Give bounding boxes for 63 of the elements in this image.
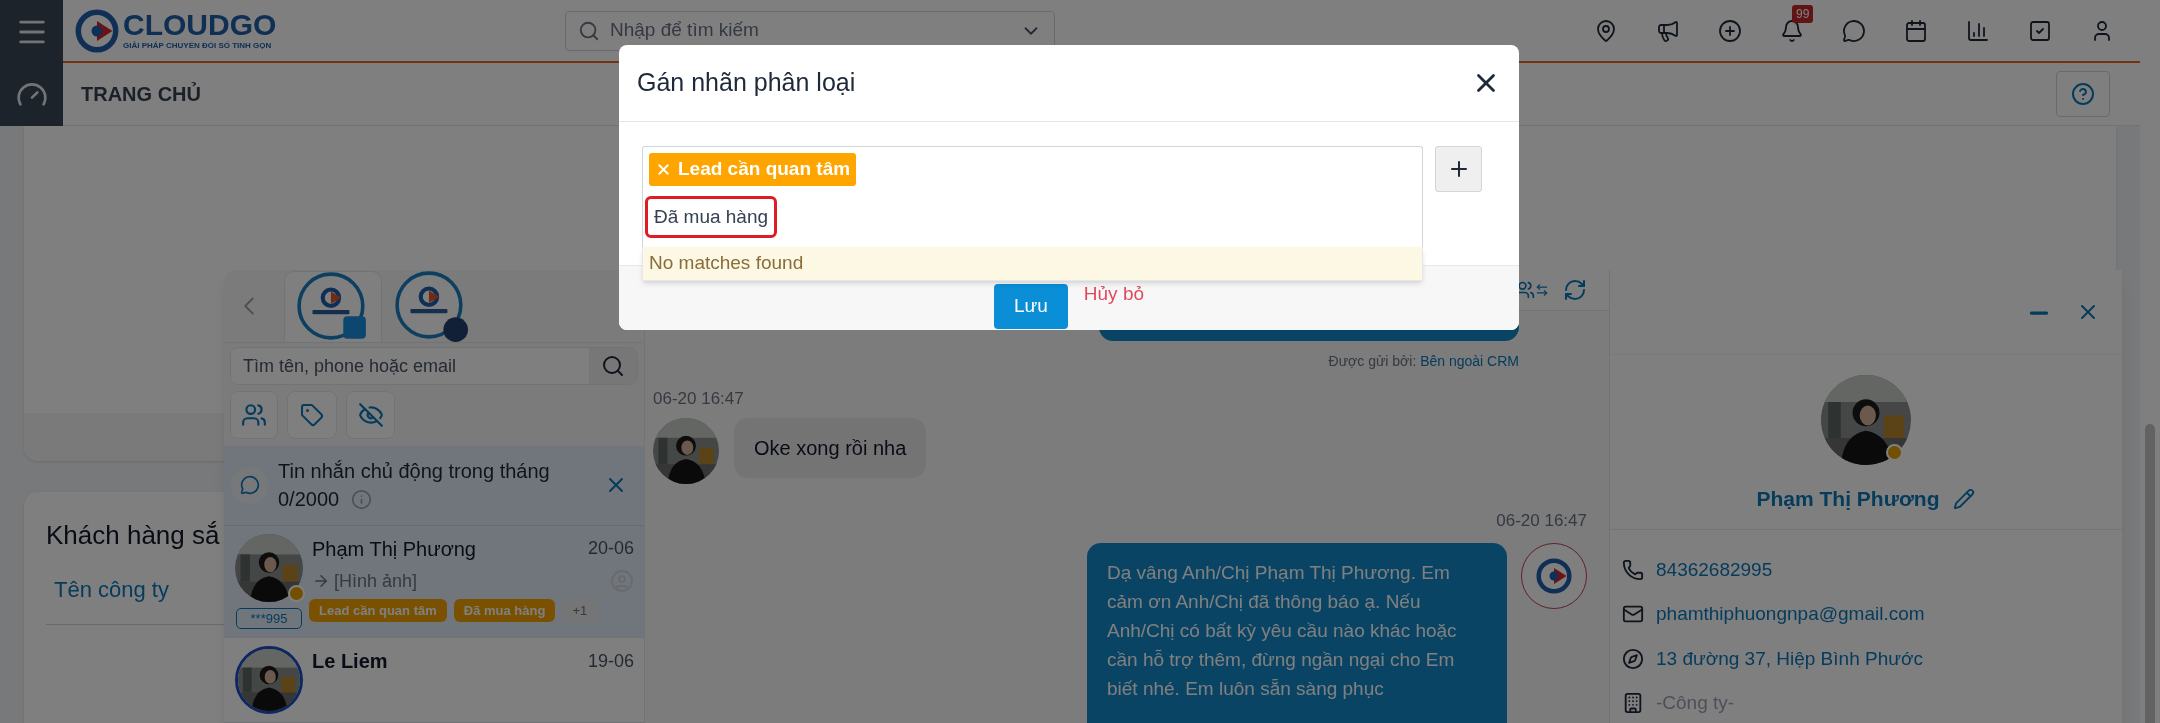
search-input[interactable]: Nhập để tìm kiếm [610,16,1010,45]
page-title: TRANG CHỦ [81,81,201,107]
dialog-title: Gán nhãn phân loại [637,67,856,99]
tag-icon[interactable] [300,403,324,428]
message-bubble: Oke xong rồi nha [734,417,927,478]
message-time: 06-20 16:47 [1496,509,1587,532]
message-preview: [Hình ảnh] [334,569,418,593]
email-link[interactable]: phamthiphuongnpa@gmail.com [1656,600,1925,629]
logo-icon [1536,558,1572,594]
search-field[interactable]: Nhập để tìm kiếm [565,10,1055,51]
contact-search-field[interactable]: Tìm tên, phone hoặc email [230,346,638,386]
conversation-item[interactable]: ***995 Phạm Thị Phương 20-06 [Hình ảnh] Lead cần quan tâm Đã mua hàng +1 [224,525,644,638]
tag-filter-button[interactable] [287,391,337,440]
conversation-item[interactable]: Le Liem 19-06 [224,638,644,723]
compass-icon [1622,647,1644,670]
quota-count: 0/2000 [278,487,340,513]
address-link[interactable]: 13 đường 37, Hiệp Bình Phước [1656,644,1923,673]
cancel-link[interactable]: Hủy bỏ [1083,280,1145,309]
refresh-icon[interactable] [1563,278,1587,302]
quota-label: Tin nhắn chủ động trong tháng [278,459,551,485]
phone-icon [1622,558,1644,581]
message-time: 06-20 16:47 [653,388,745,410]
group-filter-button[interactable] [230,391,278,440]
logo-icon [75,8,119,53]
help-icon[interactable] [2071,82,2095,106]
tag-chip: Đã mua hàng [453,598,556,622]
sender-note: Được gửi bởi: Bên ngoài CRM [1328,352,1519,371]
contact-name: Phạm Thị Phương [312,536,476,562]
outgoing-arrow-icon [312,572,330,590]
info-icon [351,488,373,510]
conversation-date: 19-06 [587,649,634,673]
logo-tagline: GIẢI PHÁP CHUYỂN ĐỔI SỐ TINH GỌN [123,39,273,52]
tag-chip: Lead cần quan tâm [309,598,447,622]
card-title: Khách hàng sắ [46,519,220,552]
conversation-date: 20-06 [587,537,634,560]
contact-name: Le Liem [312,649,388,674]
building-icon [1622,692,1644,715]
tag-input-field[interactable]: Lead cần quan tâm Đã mua hàng [642,146,1423,247]
tag-input[interactable]: Đã mua hàng [645,195,778,238]
contact-search-input[interactable]: Tìm tên, phone hoặc email [231,352,589,380]
group-icon[interactable] [241,402,267,429]
contact-name: Phạm Thị Phương [1756,486,1940,512]
eye-off-icon[interactable] [357,402,384,429]
search-icon [578,19,600,42]
selected-tag: Lead cần quan tâm [649,153,857,186]
message-bubble: Dạ vâng Anh/Chị Phạm Thị Phương. Em cảm ơn Anh/Chị đã thông báo ạ. Nếu Anh/Chị có bất kỳ yêu cầu nào khác hoặc cần hỗ trợ thêm, đừng ngần ngại cho Em biết nhé. Em luôn sẵn sàng phục [1087,543,1507,723]
phone-chip: ***995 [236,607,302,629]
hidden-filter-button[interactable] [346,391,395,440]
column-header: Tên công ty [53,576,169,604]
more-tags-chip: +1 [562,598,598,622]
edit-icon[interactable] [1953,487,1976,510]
sender-link[interactable]: Bên ngoài CRM [1420,353,1519,369]
logo-name: CLOUDGO [123,9,277,40]
phone-link[interactable]: 84362682995 [1656,555,1773,584]
help-button[interactable] [2056,71,2110,117]
search-icon[interactable] [589,347,637,385]
add-tag-button[interactable] [1435,146,1482,192]
dropdown-message: No matches found [642,247,1423,281]
scrollbar-thumb[interactable] [2145,424,2155,723]
notification-badge: 99 [1792,4,1814,23]
chat-icon [231,466,268,504]
save-button[interactable]: Lưu [993,284,1068,329]
channel-tab[interactable] [284,270,382,342]
